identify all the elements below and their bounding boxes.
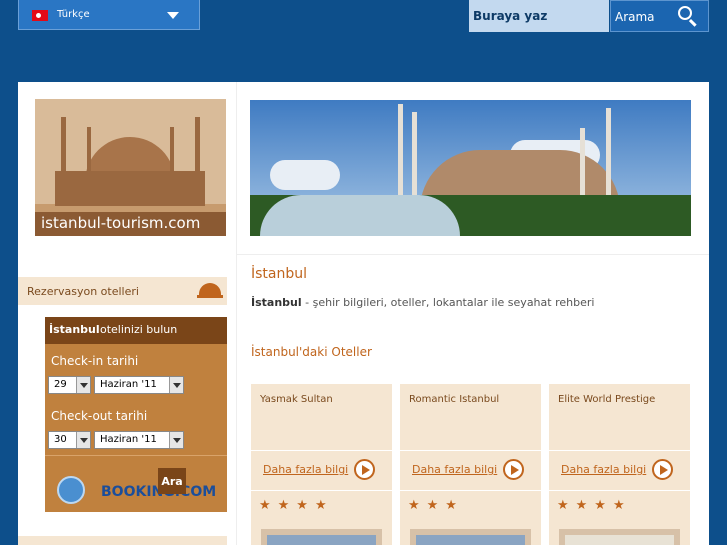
more-info-link[interactable]: Daha fazla bilgi	[263, 463, 348, 476]
globe-icon	[57, 476, 85, 504]
widget-heading-city: İstanbul	[49, 323, 100, 336]
hotel-name[interactable]: Elite World Prestige	[558, 394, 655, 405]
hotel-rating-stars: ★★★★	[259, 498, 334, 513]
hotel-thumbnail[interactable]	[410, 529, 531, 545]
checkin-label: Check-in tarihi	[51, 354, 139, 368]
service-bell-icon	[197, 283, 223, 298]
page-description: İstanbul - şehir bilgileri, oteller, lok…	[251, 296, 595, 309]
site-logo[interactable]: istanbul-tourism.com	[35, 99, 226, 236]
hotel-rating-stars: ★★★	[408, 498, 464, 513]
hotel-card: Yasmak Sultan Daha fazla bilgi ★★★★	[251, 384, 392, 545]
booking-logo: BOOKING.COM	[53, 472, 216, 504]
checkout-day-select[interactable]: 30	[48, 431, 91, 449]
widget-heading-text: otelinizi bulun	[100, 323, 178, 336]
chevron-down-icon[interactable]	[167, 12, 179, 19]
checkin-day-select[interactable]: 29	[48, 376, 91, 394]
more-info-link[interactable]: Daha fazla bilgi	[412, 463, 497, 476]
hotel-card: Elite World Prestige Daha fazla bilgi ★★…	[549, 384, 690, 545]
hotel-search-button[interactable]: Ara	[158, 468, 186, 494]
page-title: İstanbul	[251, 266, 308, 282]
chevron-down-icon	[169, 377, 183, 393]
checkout-label: Check-out tarihi	[51, 409, 148, 423]
hotel-rating-stars: ★★★★	[557, 498, 632, 513]
hotel-search-widget: İstanbul otelinizi bulun Check-in tarihi…	[45, 317, 227, 512]
more-info-link[interactable]: Daha fazla bilgi	[561, 463, 646, 476]
hero-banner-image	[250, 100, 691, 236]
reservation-label: Rezervasyon otelleri	[27, 285, 139, 298]
checkin-month-select[interactable]: Haziran '11	[94, 376, 184, 394]
logo-text: istanbul-tourism.com	[41, 214, 201, 232]
arrow-right-icon[interactable]	[652, 459, 673, 480]
search-button[interactable]: Arama	[610, 0, 709, 32]
search-icon	[678, 6, 692, 20]
search-input[interactable]	[469, 0, 609, 32]
chevron-down-icon	[169, 432, 183, 448]
arrow-right-icon[interactable]	[354, 459, 375, 480]
chevron-down-icon	[76, 377, 90, 393]
arrow-right-icon[interactable]	[503, 459, 524, 480]
checkout-month-select[interactable]: Haziran '11	[94, 431, 184, 449]
hotel-name[interactable]: Yasmak Sultan	[260, 394, 333, 405]
hotels-section-title: İstanbul'daki Oteller	[251, 345, 372, 359]
sidebar: istanbul-tourism.com Rezervasyon oteller…	[18, 82, 237, 545]
language-label: Türkçe	[57, 9, 90, 20]
reservation-header: Rezervasyon otelleri	[18, 277, 227, 305]
widget-header: İstanbul otelinizi bulun	[45, 317, 227, 344]
hotel-thumbnail[interactable]	[559, 529, 680, 545]
search-button-label: Arama	[615, 10, 655, 24]
hotel-thumbnail[interactable]	[261, 529, 382, 545]
hotel-name[interactable]: Romantic Istanbul	[409, 394, 499, 405]
chevron-down-icon	[76, 432, 90, 448]
language-selector[interactable]: Türkçe	[18, 0, 200, 30]
hotel-card: Romantic Istanbul Daha fazla bilgi ★★★	[400, 384, 541, 545]
content-panel: istanbul-tourism.com Rezervasyon oteller…	[18, 82, 709, 545]
turkey-flag-icon	[32, 10, 48, 21]
